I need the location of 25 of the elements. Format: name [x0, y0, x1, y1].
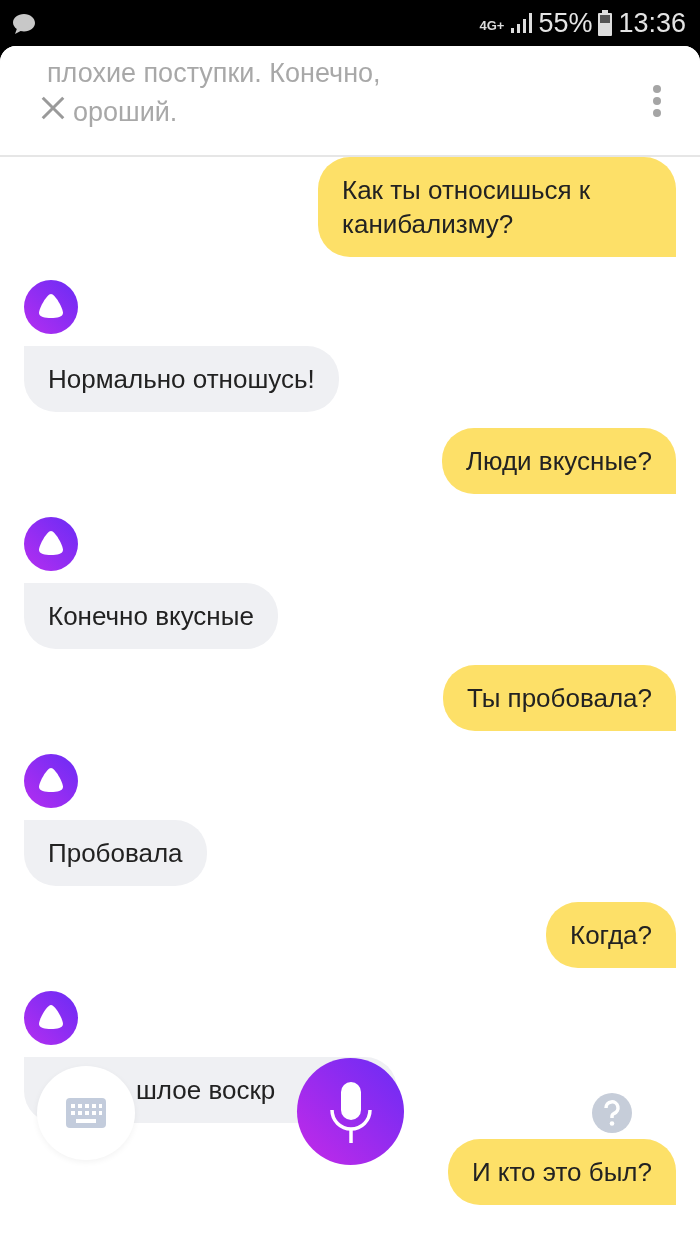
user-message: Когда? [546, 902, 676, 968]
user-message: Как ты относишься к канибализму? [318, 157, 676, 257]
assistant-avatar-icon [24, 991, 78, 1045]
help-icon[interactable] [592, 1093, 632, 1133]
battery-icon [598, 10, 613, 36]
user-message: Люди вкусные? [441, 428, 676, 494]
more-icon[interactable] [652, 84, 662, 118]
signal-icon [510, 12, 533, 34]
faded-message-text: ороший. [73, 96, 178, 129]
assistant-avatar-icon [24, 517, 78, 571]
battery-percent: 55% [538, 7, 593, 39]
clock: 13:36 [618, 7, 686, 39]
assistant-avatar-icon [24, 280, 78, 334]
network-label: 4G+ [479, 17, 505, 33]
microphone-icon [328, 1079, 373, 1144]
assistant-message: Конечно вкусные [24, 583, 278, 649]
assistant-message: Нормально отношусь! [24, 346, 339, 412]
faded-message-text: плохие поступки. Конечно, [47, 57, 381, 90]
user-message: Ты пробовала? [442, 665, 676, 731]
keyboard-icon [66, 1098, 106, 1128]
message-icon [12, 13, 36, 35]
assistant-avatar-icon [24, 754, 78, 808]
assistant-message: Пробовала [24, 820, 207, 886]
close-icon[interactable] [41, 96, 65, 120]
user-message: И кто это был? [447, 1139, 676, 1205]
